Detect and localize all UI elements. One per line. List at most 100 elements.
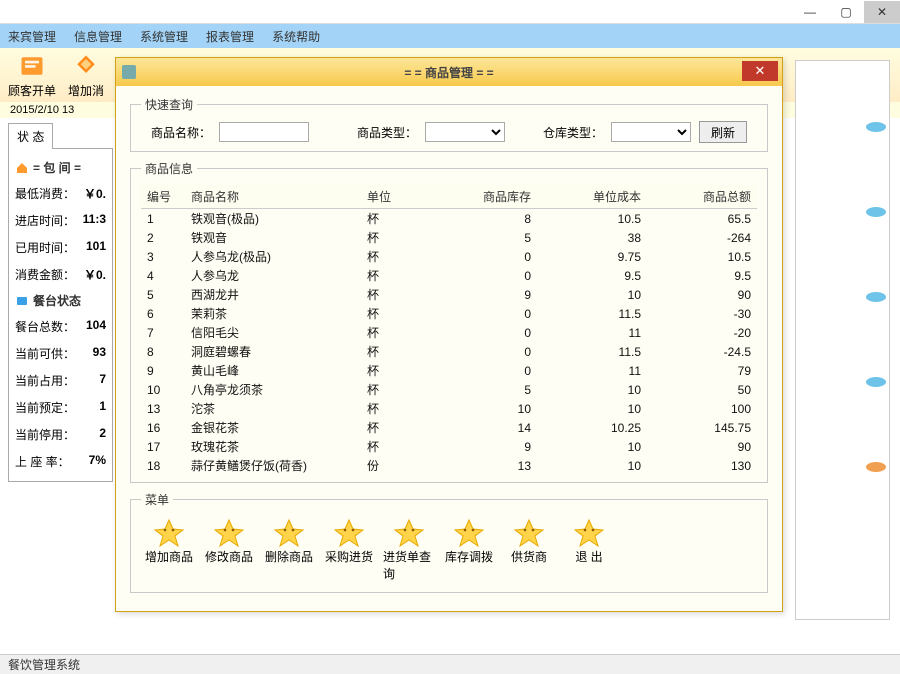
menu-button-0[interactable]: 增加商品 [141,516,197,584]
room-section-title: = 包 间 = [15,159,106,176]
star-icon [453,518,485,548]
content-area [795,60,890,620]
row-occupy: 当前占用：7 [15,367,106,394]
table-row[interactable]: 5西湖龙井杯91090 [141,285,757,304]
table-row[interactable]: 18蒜仔黄鳝煲仔饭(荷香)份1310130 [141,456,757,474]
product-type-label: 商品类型： [357,124,417,141]
col-cost[interactable]: 单位成本 [537,185,647,209]
table-row[interactable]: 8洞庭碧螺春杯011.5-24.5 [141,342,757,361]
star-icon [573,518,605,548]
col-id[interactable]: 编号 [141,185,185,209]
pin-icon [865,461,887,473]
home-icon [15,161,29,175]
main-titlebar: — ▢ ✕ [0,0,900,24]
dialog-close-button[interactable]: ✕ [742,61,778,81]
menu-guest[interactable]: 来宾管理 [8,28,56,45]
row-used: 已用时间：101 [15,234,106,261]
col-stock[interactable]: 商品库存 [427,185,537,209]
tool-customer-order[interactable]: 顾客开单 [4,50,60,101]
menu-button-4[interactable]: 进货单查询 [381,516,437,584]
row-enter: 进店时间：11:3 [15,207,106,234]
table-row[interactable]: 9黄山毛峰杯01179 [141,361,757,380]
table-row[interactable]: 1铁观音(极品)杯810.565.5 [141,209,757,229]
tool-label: 顾客开单 [8,82,56,99]
menu-button-3[interactable]: 采购进货 [321,516,377,584]
quick-query-fieldset: 快速查询 商品名称： 商品类型： 仓库类型： 刷新 [130,96,768,152]
menu-button-label: 进货单查询 [383,548,435,582]
col-name[interactable]: 商品名称 [185,185,361,209]
menu-button-label: 库存调拨 [445,548,493,565]
table-row[interactable]: 10八角亭龙须茶杯51050 [141,380,757,399]
tool-add[interactable]: 增加消 [64,50,108,101]
menu-button-label: 删除商品 [265,548,313,565]
menu-report[interactable]: 报表管理 [206,28,254,45]
table-row[interactable]: 4人参乌龙杯09.59.5 [141,266,757,285]
pin-icon [865,291,887,303]
dialog-title: = = 商品管理 = = [404,64,493,81]
dialog-titlebar[interactable]: = = 商品管理 = = ✕ [116,58,782,86]
tool-label: 增加消 [68,82,104,99]
refresh-button[interactable]: 刷新 [699,121,747,143]
star-icon [273,518,305,548]
row-avail: 当前可供：93 [15,340,106,367]
row-reserve: 当前预定：1 [15,394,106,421]
menu-button-6[interactable]: 供货商 [501,516,557,584]
menu-button-5[interactable]: 库存调拨 [441,516,497,584]
table-row[interactable]: 17玫瑰花茶杯91090 [141,437,757,456]
table-row[interactable]: 7信阳毛尖杯011-20 [141,323,757,342]
table-row[interactable]: 6茉莉茶杯011.5-30 [141,304,757,323]
quick-query-legend: 快速查询 [141,96,197,113]
row-min-spend: 最低消费：￥0. [15,180,106,207]
menu-button-2[interactable]: 删除商品 [261,516,317,584]
product-type-select[interactable] [425,122,505,142]
menu-button-label: 退 出 [575,548,602,565]
star-icon [513,518,545,548]
row-total: 餐台总数：104 [15,313,106,340]
row-stop: 当前停用：2 [15,421,106,448]
store-type-select[interactable] [611,122,691,142]
table-icon [15,294,29,308]
menu-button-label: 增加商品 [145,548,193,565]
menu-system[interactable]: 系统管理 [140,28,188,45]
order-icon [18,52,46,80]
row-amount: 消费金额：￥0. [15,261,106,288]
row-rate: 上 座 率：7% [15,448,106,475]
left-status-panel: 状 态 = 包 间 = 最低消费：￥0. 进店时间：11:3 已用时间：101 … [8,122,113,482]
col-total[interactable]: 商品总额 [647,185,757,209]
table-row[interactable]: 13沱茶杯1010100 [141,399,757,418]
product-info-legend: 商品信息 [141,160,197,177]
statusbar: 餐饮管理系统 [0,654,900,674]
product-info-fieldset: 商品信息 编号 商品名称 单位 商品库存 单位成本 商品总额 1铁观音(极品)杯… [130,160,768,483]
product-name-label: 商品名称： [151,124,211,141]
statusbar-text: 餐饮管理系统 [8,656,80,673]
table-row[interactable]: 16金银花茶杯1410.25145.75 [141,418,757,437]
star-icon [213,518,245,548]
menu-button-label: 供货商 [511,548,547,565]
star-icon [333,518,365,548]
star-icon [393,518,425,548]
product-grid[interactable]: 编号 商品名称 单位 商品库存 单位成本 商品总额 1铁观音(极品)杯810.5… [141,185,757,474]
menu-button-label: 采购进货 [325,548,373,565]
menu-button-7[interactable]: 退 出 [561,516,617,584]
table-row[interactable]: 2铁观音杯538-264 [141,228,757,247]
minimize-button[interactable]: — [792,1,828,23]
col-unit[interactable]: 单位 [361,185,427,209]
menu-fieldset: 菜单 增加商品修改商品删除商品采购进货进货单查询库存调拨 供货商 退 出 [130,491,768,593]
pin-icon [865,376,887,388]
table-row[interactable]: 3人参乌龙(极品)杯09.7510.5 [141,247,757,266]
product-management-dialog: = = 商品管理 = = ✕ 快速查询 商品名称： 商品类型： 仓库类型： 刷新… [115,57,783,612]
add-icon [72,52,100,80]
menu-help[interactable]: 系统帮助 [272,28,320,45]
maximize-button[interactable]: ▢ [828,1,864,23]
product-name-input[interactable] [219,122,309,142]
store-type-label: 仓库类型： [543,124,603,141]
menu-button-label: 修改商品 [205,548,253,565]
menubar: 来宾管理 信息管理 系统管理 报表管理 系统帮助 [0,24,900,48]
close-button[interactable]: ✕ [864,1,900,23]
table-section-title: 餐台状态 [15,292,106,309]
status-tab[interactable]: 状 态 [8,123,53,149]
menu-button-1[interactable]: 修改商品 [201,516,257,584]
menu-info[interactable]: 信息管理 [74,28,122,45]
menu-legend: 菜单 [141,491,173,508]
app-icon [122,65,136,79]
